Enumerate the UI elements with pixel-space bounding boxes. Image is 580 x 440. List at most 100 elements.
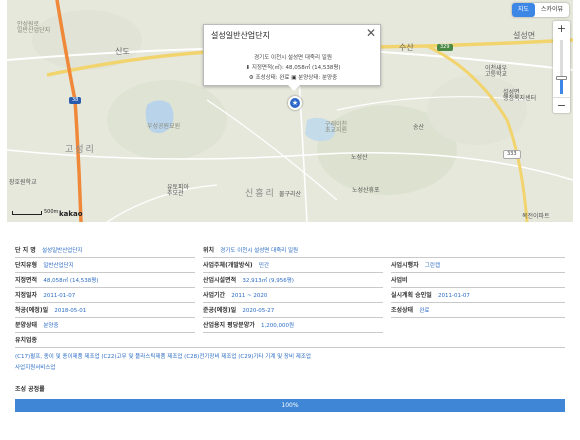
zoom-fill	[560, 77, 563, 94]
start-date-value: 2018-05-01	[54, 308, 87, 314]
build-status-label: 조성상태	[391, 307, 414, 314]
map-type-switch: 지도 스카이뷰	[511, 3, 569, 17]
route-333-shield: 333	[503, 150, 521, 159]
period-label: 사업기간	[203, 292, 226, 299]
map-label-janghowon: 장호원학교	[9, 179, 37, 186]
complex-name-cell: 단 지 명 설성일반산업단지	[15, 243, 195, 258]
developer-label: 사업시행자	[391, 262, 419, 269]
designated-date-label: 지정일자	[15, 292, 38, 299]
type-label: 단지유형	[15, 262, 38, 269]
popup-status: ⚙ 조성상태: 완료 ▣ 분양상태: 분양중	[204, 73, 382, 81]
map-type-button[interactable]: 지도	[511, 3, 535, 17]
plan-approval-label: 실시계획 승인일	[391, 292, 432, 299]
industrial-area-cell: 산업시설면적 32,913㎡ (9,956평)	[203, 273, 383, 288]
map-label-goseong: 고성리	[65, 145, 96, 155]
map-label-mulgurisan: 물구리산	[279, 191, 302, 198]
completion-value: 2020-05-27	[242, 308, 275, 314]
industrial-area-label: 산업시설면적	[203, 277, 237, 284]
map-label-cemetery: 우성공원묘원	[147, 123, 181, 130]
zoom-control: + −	[553, 21, 570, 113]
complex-name-label: 단 지 명	[15, 247, 36, 254]
industries-cell: 유치업종	[15, 333, 565, 348]
map-label-school: 이천새우 고등학교	[485, 65, 508, 78]
kakao-logo: kakao	[59, 210, 83, 218]
sale-status-label: 분양상태	[15, 322, 38, 329]
map-view[interactable]: 안성원로 일반산업단지 설성면 이천새우 고등학교 설성면 행정복지센터 우성공원묘원…	[7, 0, 573, 222]
map-label-apartment: 복전이파트	[522, 213, 550, 220]
designated-date-value: 2011-01-07	[43, 293, 76, 299]
period-value: 2011 ~ 2020	[231, 293, 268, 299]
popup-area-text: 지정면적(㎡): 48,058㎡ (14,538평)	[251, 65, 341, 71]
close-icon[interactable]: ✕	[366, 27, 376, 39]
cost-label: 사업비	[391, 277, 408, 284]
plan-approval-value: 2011-01-07	[437, 293, 470, 299]
popup-sale-status: 분양상태: 분양중	[298, 75, 338, 81]
location-marker[interactable]: ★	[288, 96, 302, 110]
map-label-sindo: 신도	[115, 47, 130, 56]
cost-cell: 사업비	[391, 273, 565, 288]
build-status-value: 완료	[419, 308, 430, 314]
industries-list-line-1: (C17)펄프, 종이 및 종이제품 제조업 (C22)고무 및 플라스틱제품 …	[15, 354, 311, 360]
map-label-rest: 노성산휴포	[352, 187, 380, 194]
gear-icon: ⚙	[248, 75, 254, 81]
map-label-industrial: 안성원로 일반산업단지	[17, 21, 51, 34]
scale-bar: 500m	[12, 210, 58, 215]
type-value: 일반산업단지	[43, 263, 74, 269]
operator-type-label: 사업주체(개발방식)	[203, 262, 253, 269]
popup-address: 경기도 이천시 설성면 대죽리 일원	[254, 55, 332, 61]
download-icon: ⬇	[245, 65, 251, 71]
developer-value: 그린캡	[424, 263, 441, 269]
scale-bar-text: 500m	[44, 209, 59, 215]
designated-date-cell: 지정일자 2011-01-07	[15, 288, 195, 303]
period-cell: 사업기간 2011 ~ 2020	[203, 288, 383, 303]
designated-area-value: 48,058㎡ (14,538평)	[43, 278, 99, 284]
scale-bar-line	[12, 211, 42, 215]
operator-cell: 사업주체(개발방식) 민간	[203, 258, 383, 273]
industrial-area-value: 32,913㎡ (9,956평)	[242, 278, 294, 284]
zoom-in-button[interactable]: +	[553, 21, 570, 37]
completion-cell: 준공(예정)일 2020-05-27	[203, 303, 383, 318]
developer-cell: 사업시행자 그린캡	[391, 258, 565, 273]
info-row-1: 단 지 명 설성일반산업단지 위치 경기도 이천시 설성면 대죽리 일원	[15, 243, 565, 258]
zoom-slider-handle[interactable]	[556, 75, 567, 80]
popup-area: ⬇ 지정면적(㎡): 48,058㎡ (14,538평)	[204, 63, 382, 71]
location-label: 위치	[203, 247, 215, 254]
progress-text: 100%	[281, 402, 299, 409]
route-38-shield: 38	[69, 97, 82, 104]
start-date-label: 착공(예정)일	[15, 307, 49, 314]
progress-title: 조성 공정률	[15, 386, 45, 393]
location-value: 경기도 이천시 설성면 대죽리 일원	[220, 248, 299, 254]
location-cell: 위치 경기도 이천시 설성면 대죽리 일원	[203, 243, 565, 258]
plan-approval-cell: 실시계획 승인일 2011-01-07	[391, 288, 565, 303]
route-329-shield: 329	[437, 44, 453, 51]
map-label-office: 설성면 행정복지센터	[503, 89, 537, 102]
map-label-susan: 수산	[399, 43, 414, 52]
map-label-branch: 구래이천 초교지원	[325, 121, 348, 134]
skyview-type-button[interactable]: 스카이뷰	[535, 3, 569, 17]
progress-bar: 100%	[15, 399, 565, 412]
sale-status-value: 분양중	[43, 323, 59, 329]
info-row-5: 착공(예정)일 2018-05-01 준공(예정)일 2020-05-27 조성…	[15, 303, 565, 318]
sale-price-label: 산업용지 평당분양가	[203, 322, 255, 329]
operator-type-value: 민간	[258, 263, 270, 269]
type-cell: 단지유형 일반산업단지	[15, 258, 195, 273]
completion-label: 준공(예정)일	[203, 307, 237, 314]
map-label-songsan: 송산	[413, 124, 425, 131]
zoom-out-button[interactable]: −	[553, 97, 570, 113]
industries-label: 유치업종	[15, 337, 38, 344]
map-label-memorial: 유토피아 추모관	[167, 184, 190, 197]
start-date-cell: 착공(예정)일 2018-05-01	[15, 303, 195, 318]
info-popup: 설성일반산업단지 ✕ 경기도 이천시 설성면 대죽리 일원 ⬇ 지정면적(㎡):…	[203, 24, 382, 91]
info-row-2: 단지유형 일반산업단지 사업주체(개발방식) 민간 사업시행자 그린캡	[15, 258, 565, 273]
map-label-noseongsan: 노성산	[351, 154, 368, 161]
sale-status-cell: 분양상태 분양중	[15, 318, 195, 333]
popup-title: 설성일반산업단지	[211, 31, 270, 40]
designated-area-label: 지정면적	[15, 277, 38, 284]
info-row-3: 지정면적 48,058㎡ (14,538평) 산업시설면적 32,913㎡ (9…	[15, 273, 565, 288]
info-row-6: 분양상태 분양중 산업용지 평당분양가 1,200,000원	[15, 318, 565, 333]
build-status-cell: 조성상태 완료	[391, 303, 565, 318]
info-row-4: 지정일자 2011-01-07 사업기간 2011 ~ 2020 실시계획 승인…	[15, 288, 565, 303]
info-row-7: 유치업종	[15, 333, 565, 348]
designated-area-cell: 지정면적 48,058㎡ (14,538평)	[15, 273, 195, 288]
industries-list-line-2: 사업지원서비스업	[15, 365, 56, 371]
